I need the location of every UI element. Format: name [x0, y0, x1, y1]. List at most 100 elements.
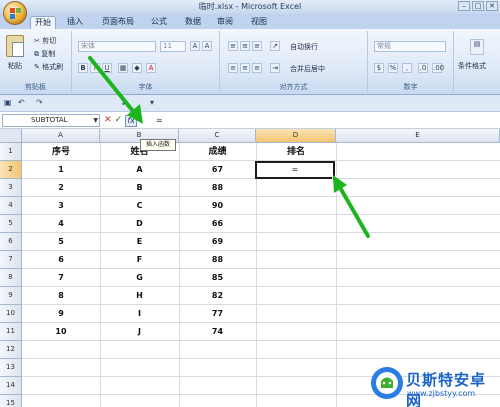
cell-name[interactable]: G	[100, 269, 179, 287]
enter-icon[interactable]: ✓	[115, 114, 123, 127]
row-header-1[interactable]: 1	[0, 143, 22, 161]
font-color-icon[interactable]: A	[146, 63, 156, 73]
tab-page-layout[interactable]: 页面布局	[98, 16, 138, 29]
cell-seq[interactable]: 1	[22, 161, 100, 179]
row-header-12[interactable]: 12	[0, 341, 22, 359]
format-painter-button[interactable]: ✎ 格式刷	[34, 62, 63, 72]
row-header-3[interactable]: 3	[0, 179, 22, 197]
cell-seq[interactable]: 7	[22, 269, 100, 287]
row-header-14[interactable]: 14	[0, 377, 22, 395]
office-button[interactable]	[3, 1, 27, 25]
tab-data[interactable]: 数据	[180, 16, 206, 29]
cell-score[interactable]: 69	[179, 233, 256, 251]
cell-score[interactable]: 82	[179, 287, 256, 305]
conditional-format-button[interactable]: 条件格式	[458, 61, 486, 71]
close-button[interactable]: ✕	[486, 1, 498, 11]
align-top-icon[interactable]: ≡	[228, 41, 238, 51]
cell-score[interactable]: 90	[179, 197, 256, 215]
row-header-8[interactable]: 8	[0, 269, 22, 287]
align-right-icon[interactable]: ≡	[252, 63, 262, 73]
row-header-6[interactable]: 6	[0, 233, 22, 251]
cell-seq[interactable]: 2	[22, 179, 100, 197]
row-header-9[interactable]: 9	[0, 287, 22, 305]
cell-name[interactable]: F	[100, 251, 179, 269]
grow-font-button[interactable]: A	[190, 41, 200, 51]
percent-icon[interactable]: %	[388, 63, 398, 73]
select-all-corner[interactable]	[0, 129, 22, 143]
cell-seq[interactable]: 3	[22, 197, 100, 215]
cell-name[interactable]: B	[100, 179, 179, 197]
align-center-icon[interactable]: ≡	[240, 63, 250, 73]
save-icon[interactable]: ▣	[4, 98, 12, 107]
cell-seq[interactable]: 9	[22, 305, 100, 323]
row-header-11[interactable]: 11	[0, 323, 22, 341]
column-header-e[interactable]: E	[336, 129, 500, 143]
header-rank-cell[interactable]: 排名	[256, 143, 336, 161]
align-left-icon[interactable]: ≡	[228, 63, 238, 73]
cell-seq[interactable]: 8	[22, 287, 100, 305]
tab-home[interactable]: 开始	[30, 16, 56, 29]
column-header-a[interactable]: A	[22, 129, 100, 143]
indent-icon[interactable]: ⇥	[270, 63, 280, 73]
row-header-13[interactable]: 13	[0, 359, 22, 377]
cell-seq[interactable]: 4	[22, 215, 100, 233]
italic-button[interactable]: I	[90, 63, 100, 73]
currency-icon[interactable]: $	[374, 63, 384, 73]
cell-score[interactable]: 66	[179, 215, 256, 233]
align-middle-icon[interactable]: ≡	[240, 41, 250, 51]
row-header-4[interactable]: 4	[0, 197, 22, 215]
row-header-10[interactable]: 10	[0, 305, 22, 323]
cell-seq[interactable]: 5	[22, 233, 100, 251]
row-header-5[interactable]: 5	[0, 215, 22, 233]
cell-name[interactable]: H	[100, 287, 179, 305]
tab-insert[interactable]: 插入	[62, 16, 88, 29]
shrink-font-button[interactable]: A	[202, 41, 212, 51]
name-box-dropdown-icon[interactable]: ▼	[93, 115, 98, 126]
row-header-15[interactable]: 15	[0, 395, 22, 407]
cell-name[interactable]: C	[100, 197, 179, 215]
redo-icon[interactable]: ↷	[36, 98, 43, 107]
paste-icon[interactable]	[6, 35, 24, 57]
cell-name[interactable]: D	[100, 215, 179, 233]
tab-formulas[interactable]: 公式	[146, 16, 172, 29]
orientation-icon[interactable]: ↗	[270, 41, 280, 51]
cell-score[interactable]: 85	[179, 269, 256, 287]
minimize-button[interactable]: –	[458, 1, 470, 11]
cell-seq[interactable]: 6	[22, 251, 100, 269]
cell-seq[interactable]: 10	[22, 323, 100, 341]
header-score-cell[interactable]: 成绩	[179, 143, 256, 161]
maximize-button[interactable]: □	[472, 1, 484, 11]
cell-name[interactable]: I	[100, 305, 179, 323]
fill-color-icon[interactable]: ◆	[132, 63, 142, 73]
customize-toolbar-icon[interactable]: ▾	[150, 98, 154, 107]
conditional-format-icon[interactable]: ▤	[470, 39, 484, 55]
cell-score[interactable]: 67	[179, 161, 256, 179]
cell-score[interactable]: 88	[179, 179, 256, 197]
cut-button[interactable]: ✂ 剪切	[34, 36, 56, 46]
cancel-icon[interactable]: ✕	[104, 114, 112, 127]
tab-review[interactable]: 审阅	[212, 16, 238, 29]
underline-button[interactable]: U	[102, 63, 112, 73]
wrap-text-button[interactable]: 自动换行	[290, 42, 318, 52]
cell-name[interactable]: J	[100, 323, 179, 341]
header-seq-cell[interactable]: 序号	[22, 143, 100, 161]
column-header-c[interactable]: C	[179, 129, 256, 143]
cell-score[interactable]: 77	[179, 305, 256, 323]
insert-function-button[interactable]: fx	[125, 114, 138, 127]
formula-input[interactable]: =	[156, 114, 498, 127]
undo-icon[interactable]: ↶	[18, 98, 25, 107]
comma-icon[interactable]: ,	[402, 63, 412, 73]
decrease-decimal-icon[interactable]: .00	[432, 63, 444, 73]
sort-icon[interactable]: ↕	[120, 98, 127, 107]
copy-button[interactable]: ⧉ 复制	[34, 49, 55, 59]
font-name-select[interactable]: 宋体	[78, 41, 156, 52]
tab-view[interactable]: 视图	[246, 16, 272, 29]
cell-score[interactable]: 74	[179, 323, 256, 341]
merge-center-button[interactable]: 合并后居中	[290, 64, 325, 74]
name-box[interactable]: SUBTOTAL ▼	[2, 114, 100, 127]
active-cell-value[interactable]: =	[255, 161, 335, 179]
bold-button[interactable]: B	[78, 63, 88, 73]
cell-name[interactable]: E	[100, 233, 179, 251]
font-size-select[interactable]: 11	[160, 41, 186, 52]
cell-score[interactable]: 88	[179, 251, 256, 269]
